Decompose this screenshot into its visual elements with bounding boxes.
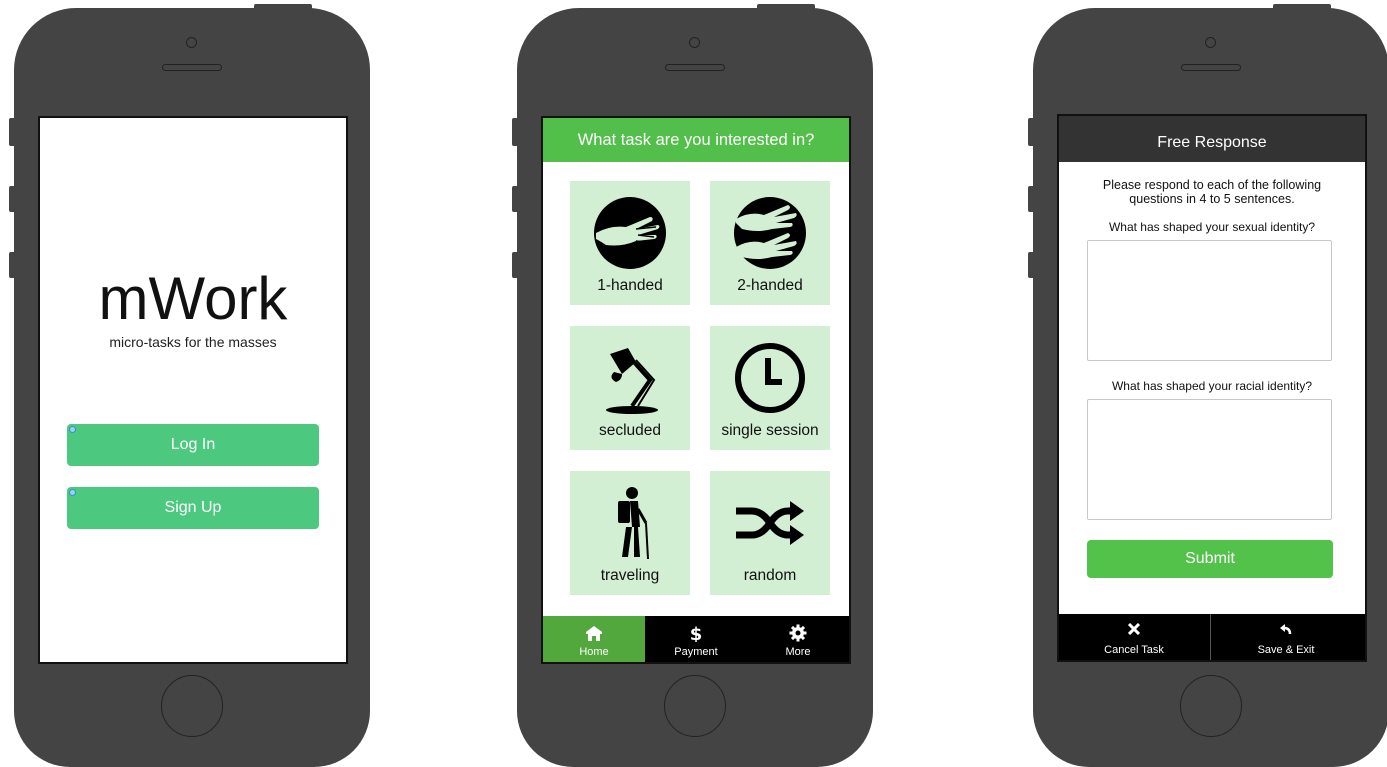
hiker-icon — [618, 487, 649, 560]
answer-1-textarea[interactable] — [1087, 240, 1332, 361]
bottom-action-bar: Cancel Task Save & Exit — [1059, 614, 1365, 660]
clock-icon — [735, 343, 805, 413]
tile-label: single session — [721, 422, 819, 439]
power-button — [1273, 4, 1331, 10]
indicator-dot — [69, 426, 76, 433]
desk-lamp-icon — [606, 348, 658, 414]
bottom-nav: Home $ Payment More — [543, 616, 849, 662]
tile-label: secluded — [598, 422, 662, 439]
volume-down-button — [9, 252, 15, 278]
save-exit-button[interactable]: Save & Exit — [1211, 614, 1361, 660]
login-label: Log In — [170, 436, 216, 453]
two-hands-icon — [734, 197, 806, 269]
tile-2-handed[interactable]: 2-handed — [710, 181, 830, 305]
close-icon — [1128, 623, 1140, 635]
nav-payment[interactable]: $ Payment — [645, 616, 747, 662]
page-title: What task are you interested in? — [543, 118, 849, 162]
indicator-dot — [69, 489, 76, 496]
home-hardware-button[interactable] — [664, 675, 726, 737]
free-response-screen: Free Response Please respond to each of … — [1057, 114, 1367, 662]
footer-label: Cancel Task — [1104, 644, 1164, 656]
mute-switch — [1028, 118, 1034, 146]
camera — [186, 37, 197, 48]
tile-random[interactable]: random — [710, 471, 830, 595]
mute-switch — [9, 118, 15, 146]
phone-task-picker: What task are you interested in? 1-hande… — [512, 4, 873, 767]
gear-icon — [789, 624, 807, 642]
cancel-task-button[interactable]: Cancel Task — [1059, 614, 1209, 660]
app-logo: mWork — [98, 265, 288, 332]
one-hand-icon — [594, 197, 666, 269]
camera — [689, 37, 700, 48]
page-title: Free Response — [1059, 116, 1365, 162]
mute-switch — [512, 118, 518, 146]
tile-label: random — [743, 567, 797, 584]
reply-icon — [1280, 624, 1292, 635]
tile-single-session[interactable]: single session — [710, 326, 830, 450]
question-2-label: What has shaped your racial identity? — [1111, 379, 1313, 393]
task-picker-screen: What task are you interested in? 1-hande… — [541, 116, 851, 664]
tile-secluded[interactable]: secluded — [570, 326, 690, 450]
tile-label: 1-handed — [597, 277, 663, 294]
login-screen: mWork micro-tasks for the masses Log In … — [38, 116, 348, 664]
speaker — [1181, 64, 1241, 71]
tile-label: traveling — [600, 567, 660, 584]
power-button — [254, 4, 312, 10]
volume-up-button — [9, 186, 15, 212]
phone-free-response: Free Response Please respond to each of … — [1028, 4, 1387, 767]
answer-2-textarea[interactable] — [1087, 399, 1332, 520]
home-hardware-button[interactable] — [1180, 675, 1242, 737]
tile-traveling[interactable]: traveling — [570, 471, 690, 595]
shuffle-icon — [736, 501, 804, 545]
nav-label: Payment — [674, 646, 718, 658]
nav-more[interactable]: More — [747, 616, 849, 662]
tile-1-handed[interactable]: 1-handed — [570, 181, 690, 305]
speaker — [162, 64, 222, 71]
volume-down-button — [512, 252, 518, 278]
instructions: Please respond to each of the following … — [1102, 178, 1322, 206]
question-1-label: What has shaped your sexual identity? — [1108, 220, 1316, 234]
power-button — [757, 4, 815, 10]
tile-label: 2-handed — [737, 277, 803, 294]
volume-up-button — [1028, 186, 1034, 212]
home-icon — [586, 626, 602, 641]
footer-label: Save & Exit — [1257, 644, 1315, 656]
login-button[interactable]: Log In — [67, 424, 319, 466]
home-hardware-button[interactable] — [161, 675, 223, 737]
signup-label: Sign Up — [164, 499, 222, 516]
phone-login: mWork micro-tasks for the masses Log In … — [9, 4, 370, 767]
tagline: micro-tasks for the masses — [109, 334, 277, 350]
volume-up-button — [512, 186, 518, 212]
submit-button[interactable]: Submit — [1087, 540, 1333, 578]
nav-label: More — [785, 646, 811, 658]
nav-label: Home — [579, 646, 609, 658]
camera — [1205, 37, 1216, 48]
volume-down-button — [1028, 252, 1034, 278]
dollar-icon: $ — [690, 624, 703, 642]
nav-home[interactable]: Home — [543, 616, 645, 662]
svg-text:$: $ — [690, 624, 703, 642]
speaker — [665, 64, 725, 71]
signup-button[interactable]: Sign Up — [67, 487, 319, 529]
